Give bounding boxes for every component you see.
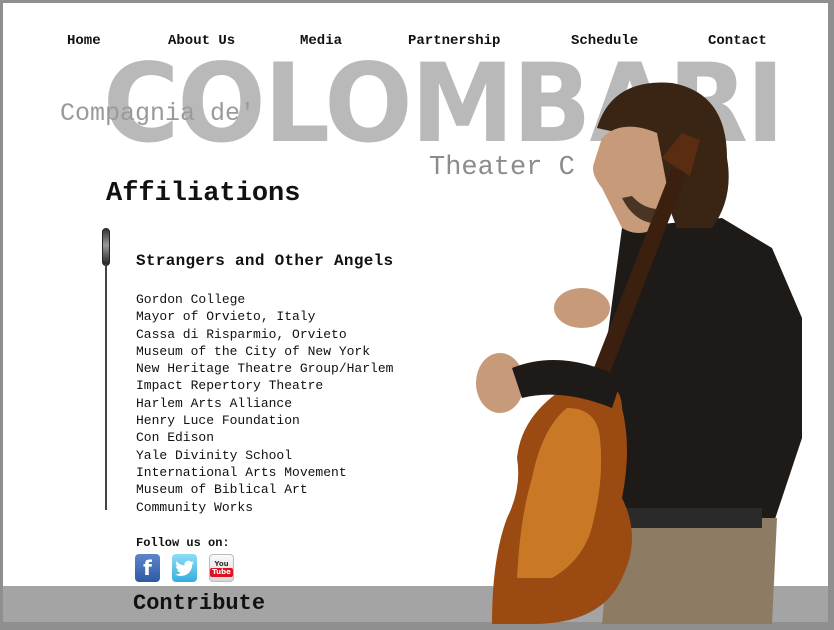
contribute-link[interactable]: Contribute [133, 591, 265, 616]
affiliation-item: Museum of Biblical Art [136, 482, 308, 498]
follow-label: Follow us on: [136, 536, 230, 550]
section-subheading: Strangers and Other Angels [136, 252, 394, 270]
affiliation-item: Mayor of Orvieto, Italy [136, 309, 316, 325]
affiliation-item: Museum of the City of New York [136, 343, 371, 359]
facebook-icon[interactable]: f [135, 554, 160, 582]
youtube-you: You [214, 559, 229, 568]
affiliation-item: New Heritage Theatre Group/Harlem [136, 361, 394, 377]
affiliation-item: Henry Luce Foundation [136, 413, 300, 429]
twitter-icon[interactable] [172, 554, 197, 582]
affiliation-item: Yale Divinity School [136, 447, 293, 463]
affiliation-item: International Arts Movement [136, 464, 347, 480]
affiliation-item: Impact Repertory Theatre [136, 378, 324, 394]
facebook-glyph: f [143, 556, 152, 580]
scroll-rail[interactable] [102, 228, 110, 510]
nav-home[interactable]: Home [67, 33, 101, 49]
scroll-knob[interactable] [102, 228, 110, 266]
affiliations-list: Gordon College Mayor of Orvieto, Italy Cas… [136, 291, 393, 516]
affiliation-item: Cassa di Risparmio, Orvieto [136, 326, 347, 342]
affiliation-item: Gordon College [136, 292, 246, 307]
affiliation-item: Harlem Arts Alliance [136, 395, 293, 411]
twitter-bird-icon [174, 560, 194, 576]
youtube-icon[interactable]: You Tube [209, 554, 234, 582]
youtube-tube: Tube [210, 567, 233, 577]
guitarist-photo [476, 82, 802, 624]
brand-subtitle-left: Compagnia de' [60, 99, 256, 128]
affiliation-item: Community Works [136, 499, 254, 515]
affiliation-item: Con Edison [136, 430, 215, 446]
page-title: Affiliations [106, 179, 301, 209]
scroll-track [105, 264, 107, 510]
